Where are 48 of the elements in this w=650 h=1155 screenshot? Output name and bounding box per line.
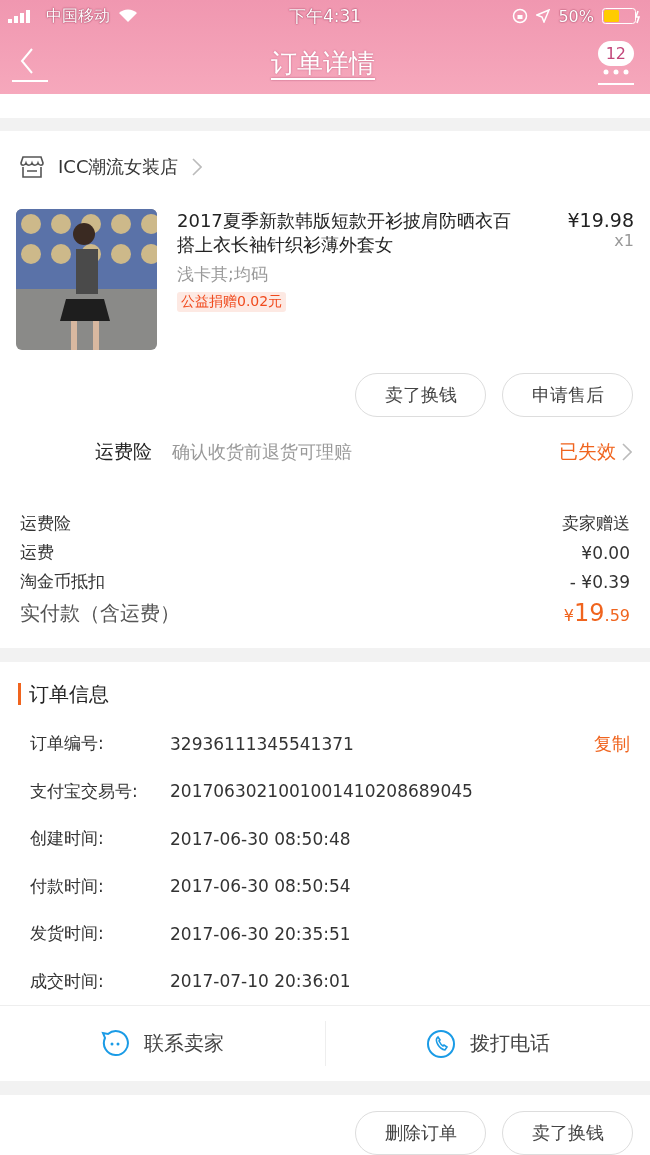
- info-value: 2017-07-10 20:36:01: [170, 971, 351, 992]
- order-action-button[interactable]: 删除订单: [355, 1111, 486, 1155]
- total-label: 实付款（含运费）: [20, 599, 180, 627]
- location-arrow-icon: [536, 9, 551, 23]
- info-label: 成交时间:: [30, 969, 105, 993]
- info-label: 支付宝交易号:: [30, 779, 139, 803]
- message-count-badge: 12: [597, 40, 634, 66]
- product-price: ¥19.98: [567, 209, 634, 231]
- phone-icon: [425, 1028, 456, 1059]
- summary-value: - ¥0.39: [569, 571, 630, 592]
- chat-bubble-icon: [100, 1028, 131, 1059]
- shop-name[interactable]: ICC潮流女装店: [58, 155, 179, 179]
- info-label: 付款时间:: [30, 874, 105, 898]
- order-action-button[interactable]: 卖了换钱: [355, 373, 486, 417]
- battery-percent: 50%: [558, 6, 594, 26]
- insurance-label: 运费险: [95, 439, 152, 464]
- info-value: 2017063021001001410208689045: [170, 781, 473, 802]
- store-icon: [20, 156, 44, 178]
- info-label: 创建时间:: [30, 827, 105, 851]
- order-action-button[interactable]: 申请售后: [502, 373, 633, 417]
- info-value: 2017-06-30 20:35:51: [170, 923, 351, 944]
- info-value: 2017-06-30 08:50:54: [170, 876, 351, 897]
- summary-label: 淘金币抵扣: [20, 570, 105, 593]
- product-title[interactable]: 2017夏季新款韩版短款开衫披肩防晒衣百搭上衣长袖针织衫薄外套女: [177, 209, 522, 257]
- product-sku: 浅卡其;均码: [177, 263, 269, 286]
- product-quantity: x1: [614, 231, 634, 250]
- section-title: 订单信息: [29, 680, 109, 708]
- info-value: 32936111345541371: [170, 733, 354, 754]
- total-amount: ¥19.59: [563, 599, 630, 627]
- insurance-description: 确认收货前退货可理赔: [172, 440, 352, 464]
- summary-label: 运费: [20, 541, 54, 564]
- chevron-right-icon: [622, 443, 632, 461]
- lock-rotation-icon: [512, 8, 529, 24]
- battery-icon: [602, 8, 642, 24]
- info-value: 2017-06-30 08:50:48: [170, 828, 351, 849]
- info-label: 订单编号:: [30, 732, 105, 756]
- summary-label: 运费险: [20, 512, 71, 535]
- page-title: 订单详情: [271, 46, 375, 80]
- carrier-name: 中国移动: [46, 5, 110, 27]
- wifi-icon: [118, 9, 138, 23]
- chevron-right-icon: [192, 158, 203, 176]
- summary-value: 卖家赠送: [562, 512, 630, 535]
- order-action-button[interactable]: 卖了换钱: [502, 1111, 633, 1155]
- more-icon[interactable]: [597, 67, 634, 86]
- summary-value: ¥0.00: [581, 542, 630, 563]
- clock-time: 下午4:31: [288, 4, 362, 28]
- info-label: 发货时间:: [30, 922, 105, 946]
- charity-tag: 公益捐赠0.02元: [177, 292, 287, 312]
